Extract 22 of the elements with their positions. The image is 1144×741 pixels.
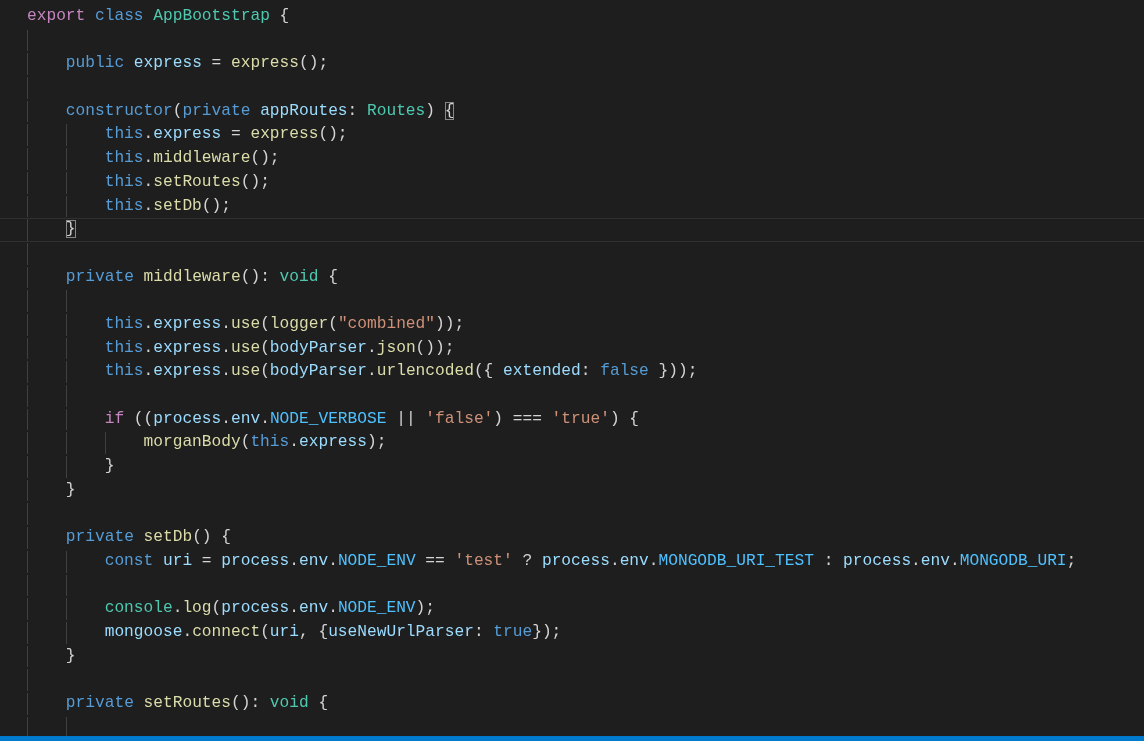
code-line: morganBody(this.express); — [143, 432, 387, 454]
code-line: export class AppBootstrap { — [27, 6, 290, 27]
code-line: mongoose.connect(uri, {useNewUrlParser: true}); — [104, 621, 562, 643]
code-line: if ((process.env.NODE_VERBOSE || 'false') === 'true') { — [104, 408, 640, 430]
code-line: this.middleware(); — [104, 148, 280, 170]
code-line: } — [65, 479, 76, 501]
code-line: } — [65, 645, 76, 667]
code-line: this.setDb(); — [104, 195, 231, 217]
code-line: } — [104, 456, 115, 478]
code-line: constructor(private appRoutes: Routes) { — [65, 100, 455, 122]
code-line: this.express = express(); — [104, 124, 348, 146]
code-line: const uri = process.env.NODE_ENV == 'test' ? process.env.MONGODB_URI_TEST : process.env.MONGODB_URI; — [104, 550, 1077, 572]
code-line: this.setRoutes(); — [104, 171, 270, 193]
code-line: private setDb() { — [65, 527, 231, 549]
code-line: this.express.use(logger("combined")); — [104, 313, 465, 335]
code-line: console.log(process.env.NODE_ENV); — [104, 598, 436, 620]
code-line: this.express.use(bodyParser.json()); — [104, 337, 455, 359]
code-line: public express = express(); — [65, 53, 329, 75]
code-line: private setRoutes(): void { — [65, 692, 329, 714]
code-line: private middleware(): void { — [65, 266, 338, 288]
code-line: this.express.use(bodyParser.urlencoded({ extended: false })); — [104, 361, 698, 383]
code-line: } — [65, 219, 76, 241]
